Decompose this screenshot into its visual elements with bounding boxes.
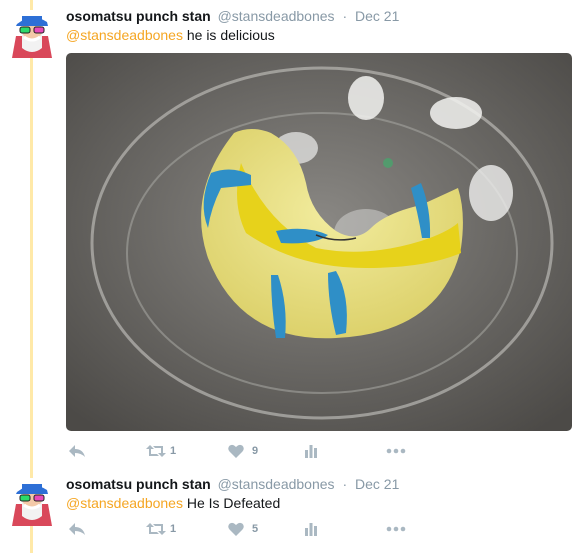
mention-link[interactable]: @stansdeadbones [66, 27, 183, 43]
timestamp[interactable]: Dec 21 [355, 8, 399, 24]
tweet-actions: 1 5 [66, 520, 446, 540]
like-count: 5 [252, 523, 259, 535]
tweet-text: @stansdeadbones He Is Defeated [66, 495, 280, 511]
heart-icon [228, 522, 244, 536]
reply-icon [69, 523, 85, 535]
heart-icon [228, 444, 244, 458]
more-button[interactable] [386, 442, 410, 462]
analytics-button[interactable] [304, 442, 324, 462]
avatar[interactable] [8, 478, 56, 526]
like-button[interactable]: 5 [228, 520, 278, 540]
separator-dot: · [342, 476, 348, 492]
more-icon [386, 526, 406, 532]
display-name[interactable]: osomatsu punch stan [66, 476, 211, 492]
retweet-count: 1 [170, 523, 177, 535]
like-count: 9 [252, 445, 259, 457]
like-button[interactable]: 9 [228, 442, 278, 462]
user-handle[interactable]: @stansdeadbones [218, 476, 335, 492]
user-handle[interactable]: @stansdeadbones [218, 8, 335, 24]
reply-button[interactable] [68, 442, 88, 462]
tweet-body: He Is Defeated [182, 495, 281, 511]
tweet: osomatsu punch stan @stansdeadbones · De… [0, 470, 585, 553]
tweet: osomatsu punch stan @stansdeadbones · De… [0, 0, 585, 470]
more-button[interactable] [386, 520, 410, 540]
tweet-body: he is delicious [182, 27, 275, 43]
tweet-header: osomatsu punch stan @stansdeadbones · De… [66, 8, 399, 24]
retweet-icon [146, 445, 166, 457]
separator-dot: · [342, 8, 348, 24]
mention-link[interactable]: @stansdeadbones [66, 495, 183, 511]
timestamp[interactable]: Dec 21 [355, 476, 399, 492]
retweet-button[interactable]: 1 [146, 442, 196, 462]
reply-icon [69, 445, 85, 457]
tweet-text: @stansdeadbones he is delicious [66, 27, 275, 43]
analytics-button[interactable] [304, 520, 324, 540]
tweet-actions: 1 9 [66, 442, 446, 462]
display-name[interactable]: osomatsu punch stan [66, 8, 211, 24]
retweet-button[interactable]: 1 [146, 520, 196, 540]
analytics-icon [305, 445, 317, 458]
avatar[interactable] [8, 10, 56, 58]
analytics-icon [305, 523, 317, 536]
retweet-icon [146, 523, 166, 535]
tweet-header: osomatsu punch stan @stansdeadbones · De… [66, 476, 399, 492]
reply-button[interactable] [68, 520, 88, 540]
more-icon [386, 448, 406, 454]
tweet-photo[interactable] [66, 53, 572, 431]
retweet-count: 1 [170, 445, 177, 457]
